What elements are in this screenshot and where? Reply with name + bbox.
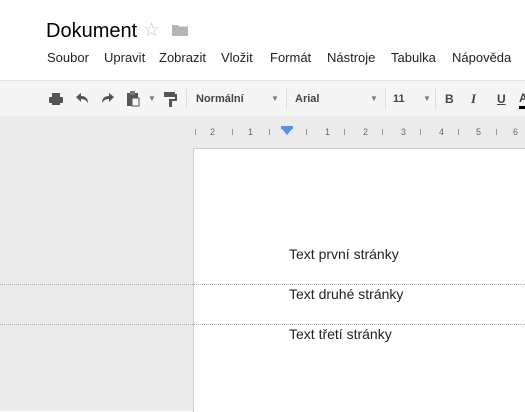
redo-icon[interactable]	[99, 89, 117, 109]
page-text[interactable]: Text druhé stránky	[289, 286, 403, 302]
bold-button[interactable]: B	[445, 89, 454, 109]
indent-marker-icon[interactable]	[281, 126, 293, 135]
menu-soubor[interactable]: Soubor	[47, 50, 89, 65]
menu-upravit[interactable]: Upravit	[104, 50, 145, 65]
menu-vlozit[interactable]: Vložit	[221, 50, 253, 65]
font-size-select[interactable]: 11	[393, 89, 405, 109]
underline-button[interactable]: U	[497, 89, 506, 109]
ruler-tick: 3	[401, 127, 407, 137]
document-title[interactable]: Dokument	[46, 20, 137, 43]
ruler-mark	[232, 129, 233, 135]
style-select[interactable]: Normální	[196, 89, 244, 109]
paint-format-icon[interactable]	[162, 89, 178, 109]
page-text[interactable]: Text třetí stránky	[289, 326, 392, 342]
text-color-icon: A	[519, 91, 525, 105]
ruler-tick: 1	[248, 127, 254, 137]
ruler-mark	[195, 129, 196, 135]
menu-napoveda[interactable]: Nápověda	[452, 50, 511, 65]
text-color-swatch	[519, 106, 525, 109]
ruler-mark	[496, 129, 497, 135]
toolbar-separator	[435, 89, 436, 109]
toolbar: ▼ Normální ▼ Arial ▼ 11 ▼ B I U A	[0, 81, 525, 116]
ruler-mark	[382, 129, 383, 135]
paste-icon[interactable]	[125, 89, 141, 109]
page-break-line	[0, 284, 193, 285]
ruler-tick: 6	[513, 127, 519, 137]
star-icon[interactable]: ☆	[143, 19, 160, 42]
font-select[interactable]: Arial	[295, 89, 319, 109]
chevron-down-icon[interactable]: ▼	[271, 89, 279, 109]
page-break-line	[193, 324, 525, 325]
menu-format[interactable]: Formát	[270, 50, 311, 65]
print-icon[interactable]	[48, 89, 64, 109]
ruler-mark	[420, 129, 421, 135]
ruler-tick: 2	[363, 127, 369, 137]
ruler[interactable]: 2 1 1 2 3 4 5 6	[193, 126, 525, 138]
chevron-down-icon[interactable]: ▼	[423, 89, 431, 109]
page-break-line	[193, 284, 525, 285]
ruler-tick: 4	[439, 127, 445, 137]
ruler-mark	[344, 129, 345, 135]
menu-nastroje[interactable]: Nástroje	[327, 50, 375, 65]
menu-zobrazit[interactable]: Zobrazit	[159, 50, 206, 65]
ruler-tick: 2	[210, 127, 216, 137]
ruler-tick: 1	[325, 127, 331, 137]
menu-tabulka[interactable]: Tabulka	[391, 50, 436, 65]
page-text[interactable]: Text první stránky	[289, 246, 399, 262]
toolbar-separator	[186, 89, 187, 109]
ruler-mark	[306, 129, 307, 135]
text-color-button[interactable]: A	[519, 89, 525, 109]
toolbar-separator	[286, 89, 287, 109]
paste-dropdown-icon[interactable]: ▼	[148, 89, 156, 109]
folder-icon[interactable]	[172, 24, 188, 36]
page-break-line	[0, 324, 193, 325]
ruler-tick: 5	[476, 127, 482, 137]
italic-button[interactable]: I	[471, 89, 476, 109]
undo-icon[interactable]	[73, 89, 91, 109]
toolbar-separator	[385, 89, 386, 109]
ruler-mark	[458, 129, 459, 135]
chevron-down-icon[interactable]: ▼	[370, 89, 378, 109]
ruler-mark	[269, 129, 270, 135]
document-page[interactable]	[193, 148, 525, 412]
